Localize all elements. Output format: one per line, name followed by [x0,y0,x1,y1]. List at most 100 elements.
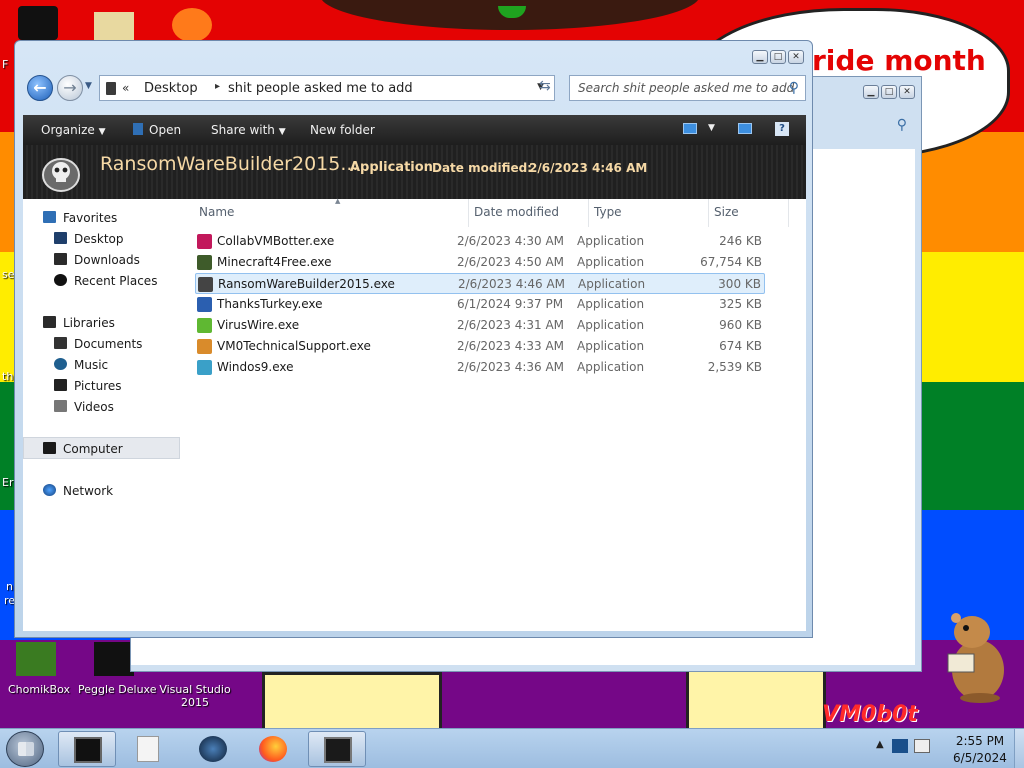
organize-button[interactable]: Organize ▼ [41,123,106,137]
file-date-modified: 6/1/2024 9:37 PM [457,297,564,311]
share-with-label: Share with [211,123,275,137]
back-arrow-icon[interactable]: ← [27,75,53,101]
minimize-icon[interactable]: ▁ [863,85,879,99]
file-date-modified: 2/6/2023 4:30 AM [457,234,565,248]
file-row[interactable]: VirusWire.exe 2/6/2023 4:31 AM Application… [195,315,765,336]
breadcrumb-current-folder[interactable]: shit people asked me to add [228,81,413,96]
peggle-icon[interactable] [94,642,134,676]
column-header-type[interactable]: Type [594,205,622,219]
sort-ascending-icon: ▲ [335,197,341,205]
close-icon[interactable]: ✕ [899,85,915,99]
open-button[interactable]: Open [133,123,181,137]
network-tray-icon[interactable] [892,739,908,753]
libraries-icon [43,316,56,328]
search-input[interactable]: Search shit people asked me to add ⚲ [569,75,806,101]
nav-favorites-label: Favorites [63,211,118,225]
nav-music-label: Music [74,358,109,372]
wallpaper-cartoon-shape-2 [686,666,826,736]
taskbar-app-window[interactable] [308,731,366,767]
nav-computer[interactable]: Computer [43,442,123,456]
chevron-down-icon: ▼ [98,127,106,137]
search-icon[interactable]: ⚲ [897,117,907,133]
nav-pictures[interactable]: Pictures [54,379,122,393]
column-header-size[interactable]: Size [714,205,739,219]
column-divider[interactable] [468,199,469,227]
wallpaper-headline: ride month [812,44,986,77]
file-row[interactable]: VM0TechnicalSupport.exe 2/6/2023 4:33 AM A… [195,336,765,357]
taskbar-app-globe[interactable] [184,731,242,767]
maximize-icon[interactable]: □ [770,50,786,64]
start-button[interactable] [6,731,44,767]
pictures-icon [54,379,67,391]
address-bar[interactable]: « Desktop ▸ shit people asked me to add … [99,75,555,101]
column-divider[interactable] [588,199,589,227]
desktop-icon[interactable] [172,8,212,42]
taskbar-app-firefox[interactable] [244,731,302,767]
turkey-icon [197,297,212,312]
taskbar-app-explorer[interactable] [58,731,116,767]
refresh-icon[interactable]: ⇆ [539,78,551,94]
breadcrumb-separator[interactable]: ▸ [215,81,220,92]
new-folder-button[interactable]: New folder [310,123,375,137]
nav-documents[interactable]: Documents [54,337,142,351]
nav-videos[interactable]: Videos [54,400,114,414]
preview-pane-icon[interactable] [738,123,752,134]
file-size: 960 KB [719,318,762,332]
details-date-label: Date modified: [432,161,532,175]
file-list: Name ▲ Date modified Type Size CollabVMB… [193,197,806,631]
desktop-icon-label[interactable]: ChomikBox [6,683,72,696]
column-header-date[interactable]: Date modified [474,205,559,219]
column-divider[interactable] [788,199,789,227]
recent-pages-chevron-icon[interactable]: ▼ [85,81,92,91]
maximize-icon[interactable]: □ [881,85,897,99]
file-row[interactable]: Windos9.exe 2/6/2023 4:36 AM Application 2,… [195,357,765,378]
share-with-button[interactable]: Share with ▼ [211,123,286,137]
globe-icon [199,736,227,762]
help-icon[interactable]: ? [775,122,789,136]
show-desktop-button[interactable] [1014,729,1024,768]
file-row[interactable]: CollabVMBotter.exe 2/6/2023 4:30 AM Applic… [195,231,765,252]
nav-downloads[interactable]: Downloads [54,253,140,267]
file-row[interactable]: ThanksTurkey.exe 6/1/2024 9:37 PM Applicat… [195,294,765,315]
change-view-icon[interactable] [683,123,697,134]
network-icon [43,484,56,496]
nav-recent-places[interactable]: Recent Places [54,274,157,288]
nav-recent-label: Recent Places [74,274,158,288]
details-file-name: RansomWareBuilder2015... [100,153,359,175]
nav-network[interactable]: Network [43,484,113,498]
search-icon[interactable]: ⚲ [789,80,799,96]
edge-glyph: Er [2,476,14,489]
file-row[interactable]: RansomWareBuilder2015.exe 2/6/2023 4:46 A… [195,273,765,294]
explorer-window[interactable]: ▁ □ ✕ ← → ▼ « Desktop ▸ shit people aske… [14,40,813,638]
column-header-name[interactable]: Name [199,205,234,219]
minecraft-icon [197,255,212,270]
hamster-icon [947,613,1004,703]
view-options-chevron-icon[interactable]: ▼ [708,123,715,133]
file-date-modified: 2/6/2023 4:50 AM [457,255,565,269]
file-row[interactable]: Minecraft4Free.exe 2/6/2023 4:50 AM Applic… [195,252,765,273]
nav-pictures-label: Pictures [74,379,122,393]
wallpaper-logo: VM0b0t [822,702,918,727]
nav-desktop[interactable]: Desktop [54,232,124,246]
chomikbox-icon[interactable] [16,642,56,676]
breadcrumb-desktop[interactable]: Desktop [144,81,198,96]
desktop-icon-label[interactable]: Peggle Deluxe [78,683,157,696]
volume-icon[interactable] [914,739,930,753]
nav-music[interactable]: Music [54,358,108,372]
file-name: VirusWire.exe [217,318,300,332]
nav-libraries[interactable]: Libraries [43,316,115,330]
forward-arrow-icon[interactable]: → [57,75,83,101]
desktop-icon-label[interactable]: Visual Studio 2015 [158,683,232,709]
clock-time[interactable]: 2:55 PM [945,734,1015,748]
background-window[interactable]: ▁ □ ✕ ⚲ [810,76,922,672]
breadcrumb-overflow[interactable]: « [122,81,129,95]
clock-date[interactable]: 6/5/2024 [945,751,1015,765]
taskbar-app-media[interactable] [118,731,176,767]
tray-expand-icon[interactable]: ▲ [876,739,892,753]
desktop-icon[interactable] [18,6,58,40]
minimize-icon[interactable]: ▁ [752,50,768,64]
close-icon[interactable]: ✕ [788,50,804,64]
column-divider[interactable] [708,199,709,227]
star-icon [43,211,56,223]
nav-favorites[interactable]: Favorites [43,211,117,225]
